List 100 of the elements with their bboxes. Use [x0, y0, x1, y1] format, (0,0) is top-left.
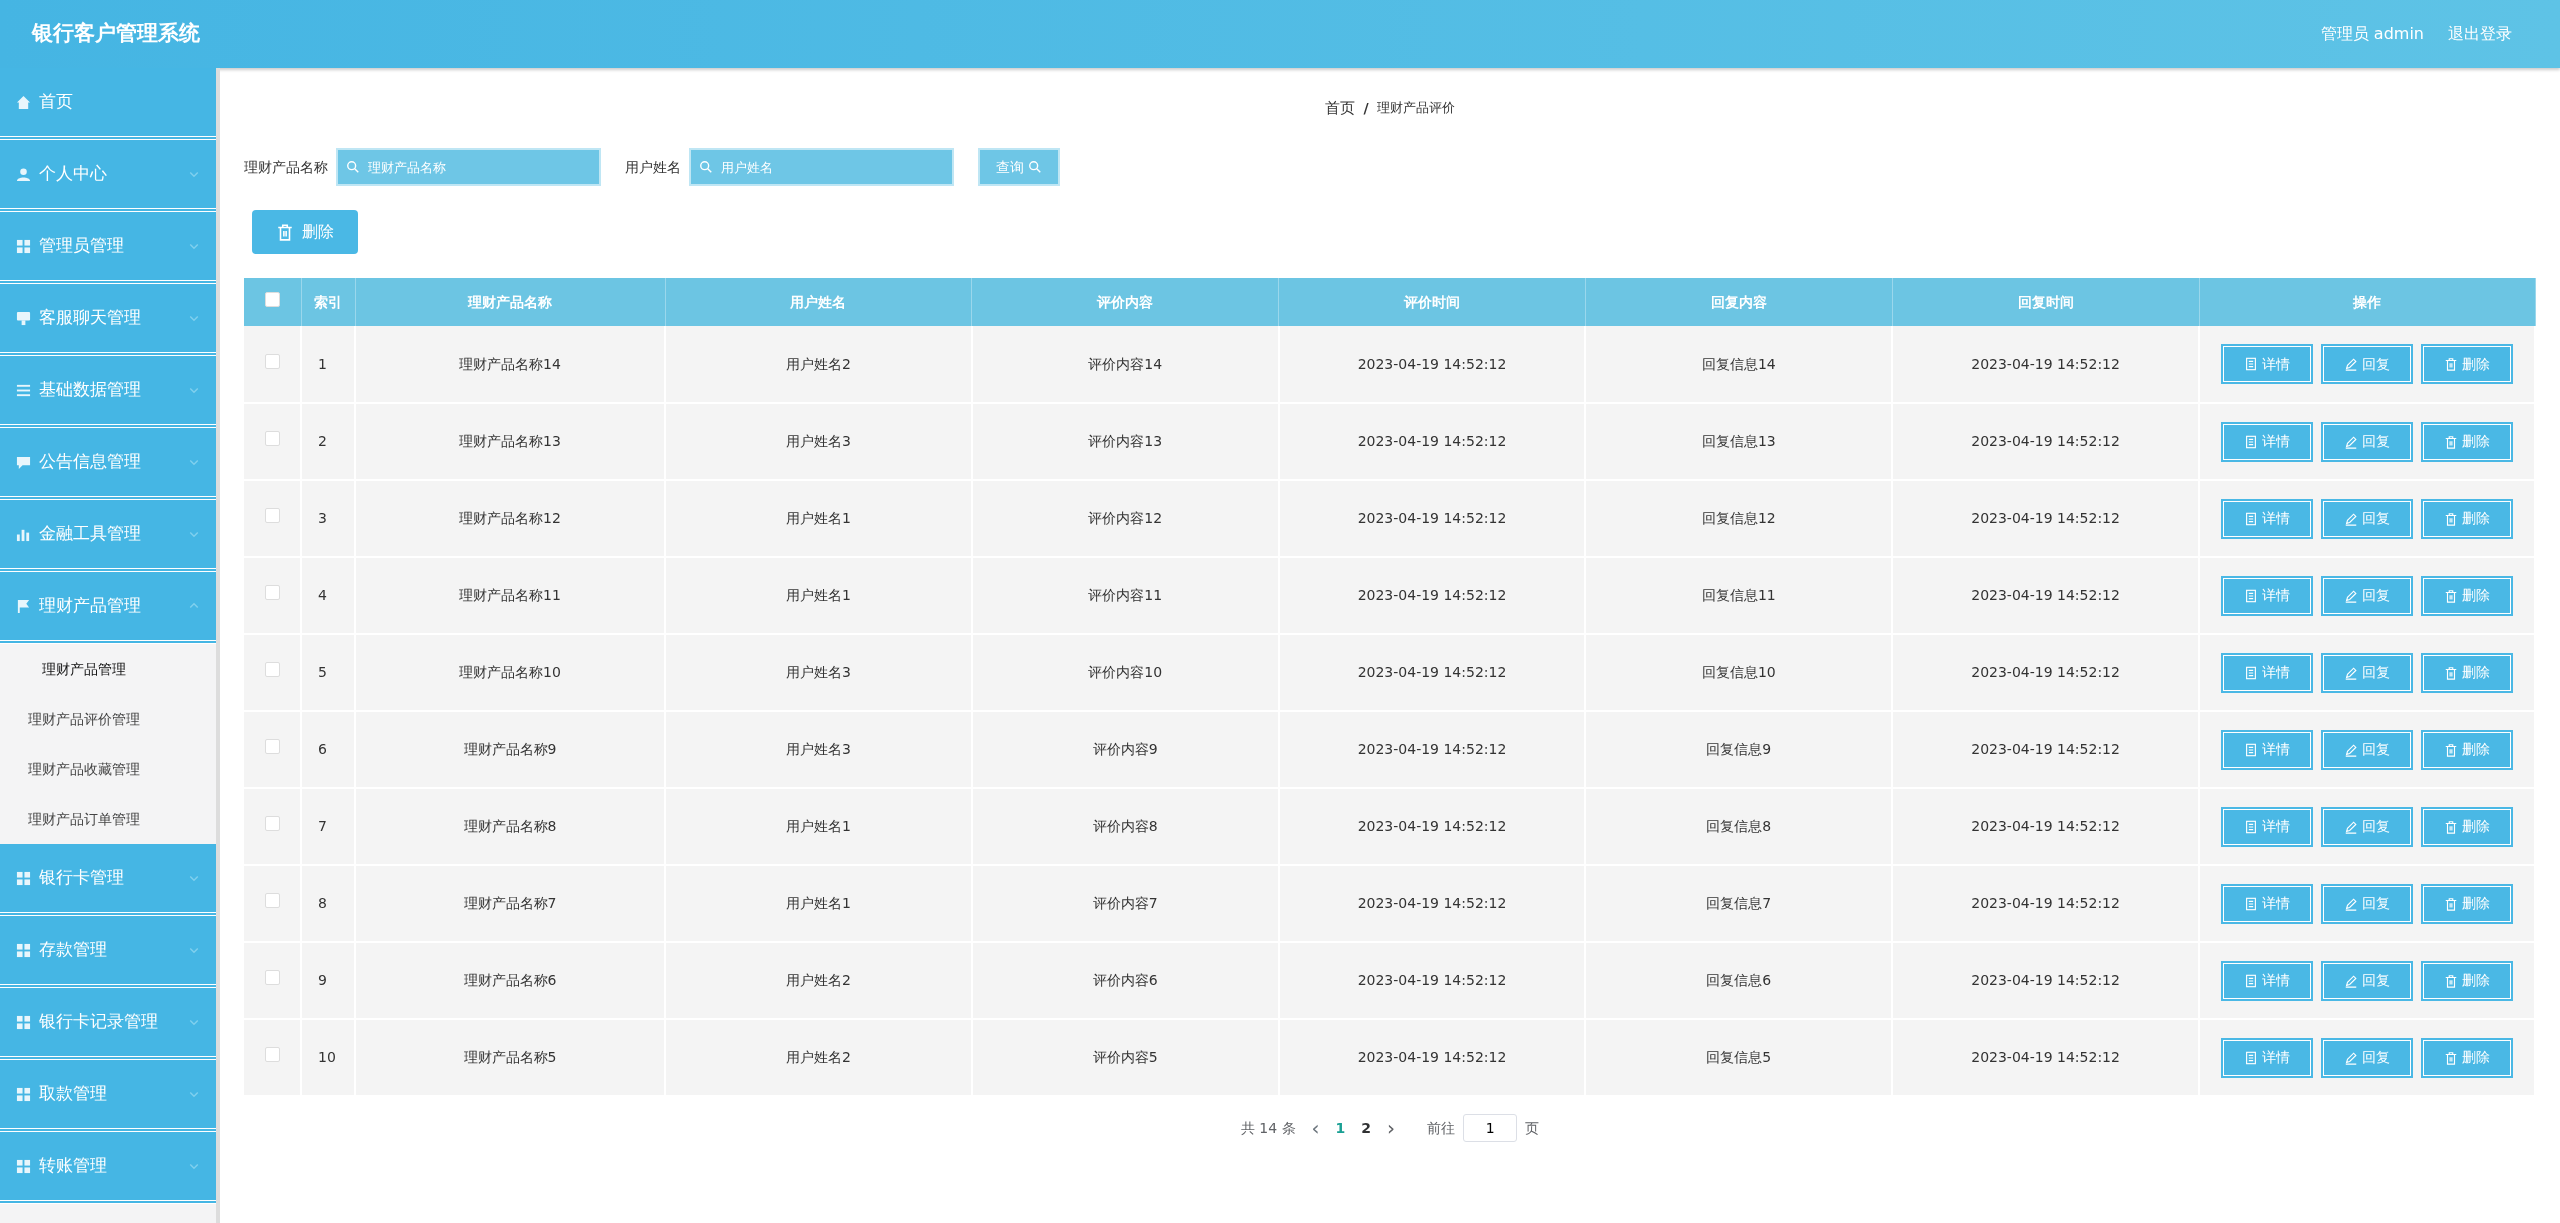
details-button[interactable]: 详情	[2221, 421, 2313, 462]
delete-button[interactable]: 删除	[2421, 652, 2513, 693]
trash-icon	[2444, 434, 2458, 449]
table-cell: 回复信息13	[1701, 433, 1776, 449]
reply-button[interactable]: 回复	[2321, 883, 2413, 924]
reply-button[interactable]: 回复	[2321, 806, 2413, 847]
delete-button[interactable]: 删除	[2421, 883, 2513, 924]
delete-button[interactable]: 删除	[252, 210, 358, 254]
row-checkbox[interactable]	[264, 739, 280, 754]
reply-button[interactable]: 回复	[2321, 344, 2413, 384]
document-icon	[2244, 973, 2258, 988]
reply-button[interactable]: 回复	[2321, 421, 2413, 462]
details-button[interactable]: 详情	[2221, 883, 2313, 924]
row-checkbox[interactable]	[264, 816, 280, 831]
sidebar-item[interactable]: 存款管理	[39, 937, 107, 963]
trash-icon	[2444, 742, 2458, 757]
details-button[interactable]: 详情	[2221, 806, 2313, 847]
details-button[interactable]: 详情	[2221, 960, 2313, 1001]
pencil-icon	[2344, 742, 2358, 757]
document-icon	[2244, 357, 2258, 371]
delete-button[interactable]: 删除	[2421, 344, 2513, 384]
sidebar-item[interactable]: 银行卡管理	[39, 865, 124, 891]
page-input[interactable]: 1	[1463, 1114, 1518, 1142]
document-icon	[2244, 742, 2258, 757]
breadcrumb-item: 理财产品评价	[1376, 99, 1455, 118]
table-cell: 4	[318, 587, 327, 603]
row-checkbox[interactable]	[264, 508, 280, 523]
sidebar-item[interactable]: 银行卡记录管理	[39, 1009, 158, 1035]
sidebar-item[interactable]: 转账管理	[39, 1153, 107, 1179]
details-button[interactable]: 详情	[2221, 498, 2313, 539]
document-icon	[2244, 1050, 2258, 1065]
details-button[interactable]: 详情	[2221, 729, 2313, 770]
row-checkbox[interactable]	[264, 893, 280, 908]
row-checkbox[interactable]	[264, 662, 280, 677]
row-checkbox[interactable]	[264, 970, 280, 985]
flag-icon	[16, 598, 31, 614]
table-cell: 3	[318, 510, 327, 526]
table-cell: 2023-04-19 14:52:12	[1357, 587, 1507, 603]
document-icon	[2244, 434, 2258, 449]
sidebar-item[interactable]: 个人中心	[39, 161, 107, 187]
details-button[interactable]: 详情	[2221, 575, 2313, 616]
sidebar-item[interactable]: 取款管理	[39, 1081, 107, 1107]
row-checkbox[interactable]	[264, 1047, 280, 1062]
details-button[interactable]: 详情	[2221, 1037, 2313, 1078]
sidebar-item[interactable]: 基础数据管理	[39, 377, 141, 403]
submenu-item[interactable]: 理财产品评价管理	[28, 708, 140, 730]
sidebar-item[interactable]: 管理员管理	[39, 233, 124, 259]
details-button[interactable]: 详情	[2221, 344, 2313, 384]
field-label: 理财产品名称	[244, 157, 328, 177]
reply-button[interactable]: 回复	[2321, 729, 2413, 770]
delete-button[interactable]: 删除	[2421, 421, 2513, 462]
reply-button[interactable]: 回复	[2321, 652, 2413, 693]
column-header: 理财产品名称	[468, 293, 552, 310]
trash-icon	[2444, 896, 2458, 911]
table-cell: 2023-04-19 14:52:12	[1971, 355, 2120, 372]
submenu-item[interactable]: 理财产品管理	[42, 658, 126, 680]
breadcrumb-item[interactable]: 首页	[1325, 96, 1356, 120]
reply-button[interactable]: 回复	[2321, 575, 2413, 616]
details-button[interactable]: 详情	[2221, 652, 2313, 693]
row-checkbox[interactable]	[264, 353, 280, 369]
sidebar-item[interactable]: 首页	[39, 89, 73, 115]
page-number[interactable]: 1	[1335, 1117, 1346, 1139]
submenu-item[interactable]: 理财产品收藏管理	[28, 758, 140, 780]
search-button[interactable]: 查询	[978, 148, 1060, 186]
search-icon	[1028, 160, 1042, 174]
search-field[interactable]: 理财产品名称	[336, 148, 601, 186]
table-cell: 9	[318, 972, 327, 988]
search-field[interactable]: 用户姓名	[689, 148, 954, 186]
search-icon	[346, 160, 360, 174]
row-checkbox[interactable]	[264, 585, 280, 600]
delete-button[interactable]: 删除	[2421, 806, 2513, 847]
page-number[interactable]: 2	[1361, 1117, 1372, 1139]
delete-button[interactable]: 删除	[2421, 1037, 2513, 1078]
delete-button[interactable]: 删除	[2421, 729, 2513, 770]
reply-button[interactable]: 回复	[2321, 960, 2413, 1001]
delete-button[interactable]: 删除	[2421, 498, 2513, 539]
table-cell: 2023-04-19 14:52:12	[1971, 664, 2120, 680]
sidebar-item[interactable]: 理财产品管理	[39, 593, 141, 619]
select-all-checkbox[interactable]	[264, 291, 280, 307]
row-checkbox[interactable]	[264, 431, 280, 446]
logout-link[interactable]: 退出登录	[2448, 22, 2512, 46]
submenu-item[interactable]: 理财产品订单管理	[28, 808, 140, 830]
previous-page-button[interactable]: ‹	[1311, 1113, 1320, 1143]
table-cell: 理财产品名称12	[459, 510, 561, 526]
sidebar-item[interactable]: 客服聊天管理	[39, 305, 141, 331]
table-cell: 2023-04-19 14:52:12	[1971, 587, 2120, 603]
table-cell: 2023-04-19 14:52:12	[1357, 355, 1507, 372]
document-icon	[2244, 896, 2258, 911]
delete-button[interactable]: 删除	[2421, 575, 2513, 616]
table-cell: 回复信息12	[1701, 510, 1776, 526]
column-header: 回复时间	[2017, 293, 2074, 310]
reply-button[interactable]: 回复	[2321, 1037, 2413, 1078]
list-icon	[16, 382, 31, 398]
sidebar-item[interactable]: 公告信息管理	[39, 449, 141, 475]
sidebar-item[interactable]: 金融工具管理	[39, 521, 141, 547]
reply-button[interactable]: 回复	[2321, 498, 2413, 539]
delete-button[interactable]: 删除	[2421, 960, 2513, 1001]
next-page-button[interactable]: ›	[1387, 1113, 1396, 1143]
field-label: 用户姓名	[625, 157, 681, 177]
table-cell: 7	[318, 818, 327, 834]
